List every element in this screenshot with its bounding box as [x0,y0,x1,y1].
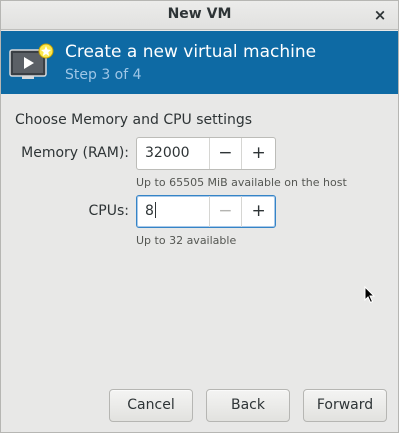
section-title: Choose Memory and CPU settings [15,112,253,128]
memory-spinner[interactable]: 32000 − + [136,137,276,170]
memory-hint: Up to 65505 MiB available on the host [136,176,347,189]
header-title: Create a new virtual machine [65,42,317,62]
memory-label: Memory (RAM): [21,145,129,161]
forward-button[interactable]: Forward [303,389,387,422]
memory-increment-button[interactable]: + [242,138,275,169]
cpus-value: 8 [145,203,154,219]
title-bar[interactable]: New VM × [1,1,398,30]
close-icon: × [373,6,387,24]
new-vm-dialog: New VM × Create a new virtual machine St… [0,0,399,433]
mouse-pointer-icon [364,286,376,304]
memory-input[interactable]: 32000 [137,138,210,169]
cpus-hint: Up to 32 available [136,234,237,247]
cpus-input[interactable]: 8 [137,196,210,227]
cpus-label: CPUs: [88,203,129,219]
cancel-button[interactable]: Cancel [109,389,193,422]
vm-monitor-icon [9,43,54,79]
close-button[interactable]: × [370,5,390,25]
cpus-spinner[interactable]: 8 − + [136,195,276,228]
cpus-increment-button[interactable]: + [242,196,275,227]
cpus-decrement-button[interactable]: − [210,196,243,227]
memory-decrement-button[interactable]: − [210,138,243,169]
window-title: New VM [167,6,232,22]
wizard-header: Create a new virtual machine Step 3 of 4 [1,31,398,94]
step-indicator: Step 3 of 4 [65,67,142,83]
back-button[interactable]: Back [206,389,290,422]
text-caret [154,202,156,218]
